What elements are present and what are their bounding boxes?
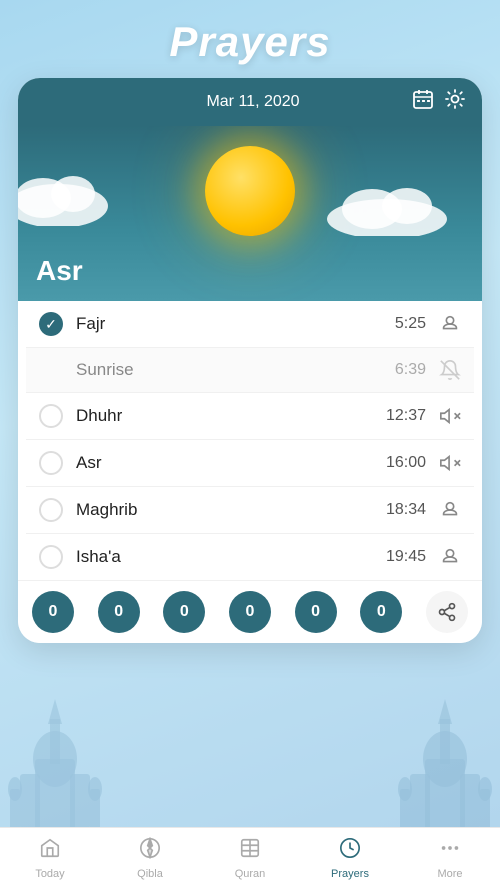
asr-notification-icon[interactable] — [436, 452, 464, 474]
tasbeeh-counter-1[interactable]: 0 — [32, 591, 74, 633]
ishaa-name: Isha'a — [76, 547, 378, 567]
page-title: Prayers — [0, 0, 500, 78]
tasbeeh-counter-6[interactable]: 0 — [360, 591, 402, 633]
cloud-left — [18, 166, 128, 226]
nav-qibla[interactable]: Qibla — [120, 831, 180, 886]
header-icons — [412, 88, 466, 116]
nav-quran-label: Quran — [235, 868, 266, 880]
fajr-check[interactable]: ✓ — [36, 312, 66, 336]
current-prayer-label: Asr — [36, 255, 83, 287]
dhuhr-check[interactable] — [36, 404, 66, 428]
share-button[interactable] — [426, 591, 468, 633]
header-date: Mar 11, 2020 — [94, 93, 412, 111]
tasbeeh-row: 0 0 0 0 0 0 — [18, 580, 482, 643]
ishaa-row: Isha'a 19:45 — [26, 534, 474, 580]
maghrib-time: 18:34 — [378, 501, 426, 519]
bg-mosque-left — [0, 629, 120, 829]
tasbeeh-counter-4[interactable]: 0 — [229, 591, 271, 633]
nav-prayers[interactable]: Prayers — [320, 831, 380, 886]
nav-prayers-label: Prayers — [331, 868, 369, 880]
ishaa-circle — [39, 545, 63, 569]
maghrib-check[interactable] — [36, 498, 66, 522]
nav-more-label: More — [437, 868, 462, 880]
ishaa-check[interactable] — [36, 545, 66, 569]
asr-name: Asr — [76, 453, 378, 473]
maghrib-circle — [39, 498, 63, 522]
sunrise-name: Sunrise — [76, 360, 378, 380]
fajr-time: 5:25 — [378, 315, 426, 333]
bottom-nav: Today Qibla Quran — [0, 827, 500, 889]
home-icon — [39, 837, 61, 865]
prayer-row: ✓ Fajr 5:25 — [26, 301, 474, 348]
sunrise-row: Sunrise 6:39 — [26, 348, 474, 393]
tasbeeh-counter-2[interactable]: 0 — [98, 591, 140, 633]
ishaa-notification-icon[interactable] — [436, 546, 464, 568]
tasbeeh-counter-3[interactable]: 0 — [163, 591, 205, 633]
dhuhr-notification-icon[interactable] — [436, 405, 464, 427]
fajr-notification-icon[interactable] — [436, 313, 464, 335]
sunrise-notification-icon[interactable] — [436, 359, 464, 381]
dhuhr-row: Dhuhr 12:37 — [26, 393, 474, 440]
nav-more[interactable]: More — [420, 831, 480, 886]
maghrib-notification-icon[interactable] — [436, 499, 464, 521]
calendar-icon[interactable] — [412, 88, 434, 116]
prayer-list: ✓ Fajr 5:25 Sunrise 6:39 — [18, 301, 482, 580]
fajr-name: Fajr — [76, 314, 378, 334]
dhuhr-name: Dhuhr — [76, 406, 378, 426]
tasbeeh-counter-5[interactable]: 0 — [295, 591, 337, 633]
bg-mosque-right — [380, 629, 500, 829]
compass-icon — [139, 837, 161, 865]
card-header: Mar 11, 2020 — [18, 78, 482, 126]
nav-quran[interactable]: Quran — [220, 831, 280, 886]
more-dots-icon — [439, 837, 461, 865]
dhuhr-time: 12:37 — [378, 407, 426, 425]
cloud-right — [322, 181, 452, 236]
sun — [205, 146, 295, 236]
dhuhr-circle — [39, 404, 63, 428]
clock-icon — [339, 837, 361, 865]
book-icon — [239, 837, 261, 865]
asr-row: Asr 16:00 — [26, 440, 474, 487]
maghrib-name: Maghrib — [76, 500, 378, 520]
asr-time: 16:00 — [378, 454, 426, 472]
check-done-icon: ✓ — [39, 312, 63, 336]
sunrise-time: 6:39 — [378, 361, 426, 379]
ishaa-time: 19:45 — [378, 548, 426, 566]
asr-circle — [39, 451, 63, 475]
settings-icon[interactable] — [444, 88, 466, 116]
nav-today-label: Today — [35, 868, 64, 880]
scene-area: Asr — [18, 126, 482, 301]
nav-today[interactable]: Today — [20, 831, 80, 886]
main-card: Mar 11, 2020 — [18, 78, 482, 643]
asr-check[interactable] — [36, 451, 66, 475]
maghrib-row: Maghrib 18:34 — [26, 487, 474, 534]
nav-qibla-label: Qibla — [137, 868, 163, 880]
